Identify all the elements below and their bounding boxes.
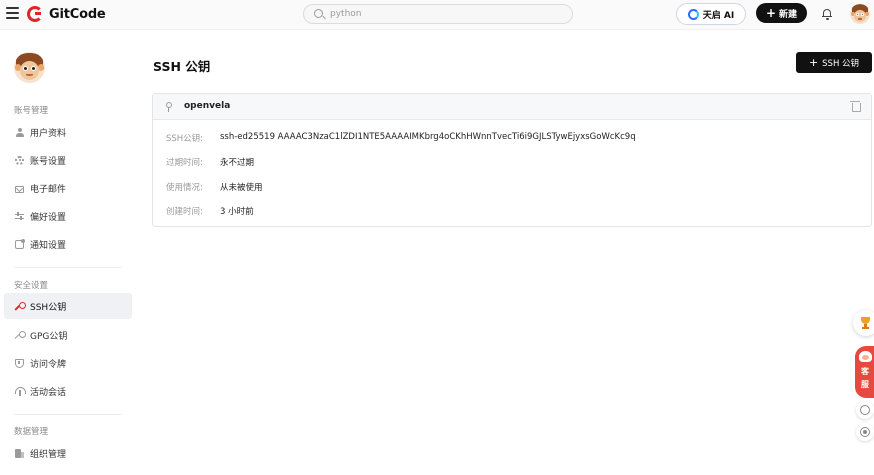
key-icon (15, 301, 26, 311)
sidebar-item-access-tokens[interactable]: 访问令牌 (4, 350, 132, 376)
ssh-key-card: openvela SSH公钥: ssh-ed25519 AAAAC3NzaC1l… (152, 93, 872, 227)
sidebar-divider (14, 267, 122, 268)
scroll-top-button[interactable] (856, 401, 874, 419)
bell-icon[interactable] (822, 8, 832, 20)
ssh-key-label: SSH公钥: (166, 134, 204, 144)
search-icon (314, 9, 323, 18)
sidebar-item-active-sessions[interactable]: 活动会话 (4, 378, 132, 404)
menu-icon[interactable] (6, 7, 19, 20)
key-icon (165, 102, 172, 112)
sidebar-item-organizations[interactable]: 组织管理 (4, 440, 132, 466)
sidebar-item-label: 通知设置 (30, 240, 67, 251)
created-value: 3 小时前 (220, 207, 254, 217)
sidebar-item-label: 电子邮件 (30, 184, 67, 195)
mail-icon (15, 185, 24, 193)
arrow-up-icon (860, 405, 870, 415)
trash-icon[interactable] (850, 101, 861, 112)
new-button[interactable]: + 新建 (756, 3, 807, 23)
notification-icon (15, 238, 25, 249)
sidebar-item-email[interactable]: 电子邮件 (4, 175, 132, 201)
service-label-2: 服 (861, 380, 869, 389)
trophy-icon (861, 317, 870, 324)
shield-icon (15, 358, 24, 368)
sidebar-item-label: 组织管理 (30, 449, 67, 460)
search-input[interactable] (330, 7, 560, 21)
gitcode-logo-icon (27, 6, 43, 22)
usage-label: 使用情况: (166, 183, 203, 193)
signal-icon (15, 386, 26, 396)
created-label: 创建时间: (166, 207, 203, 217)
section-account-management: 账号管理 (14, 106, 49, 116)
brand-name: GitCode (49, 6, 106, 22)
ai-button-label: 天启 AI (702, 10, 735, 21)
user-avatar[interactable] (850, 4, 870, 24)
add-ssh-key-label: SSH 公钥 (822, 58, 860, 69)
gitcode-logo[interactable]: GitCode (27, 6, 106, 22)
gear-icon (15, 155, 24, 165)
expiry-label: 过期时间: (166, 158, 203, 168)
sidebar-item-account-settings[interactable]: 账号设置 (4, 147, 132, 173)
section-security-settings: 安全设置 (14, 281, 49, 291)
sidebar-item-label: GPG公钥 (30, 331, 68, 342)
sidebar-item-label: 用户资料 (30, 128, 67, 139)
ssh-key-value: ssh-ed25519 AAAAC3NzaC1lZDI1NTE5AAAAIMKb… (220, 132, 636, 142)
add-ssh-key-button[interactable]: + SSH 公钥 (796, 52, 872, 73)
service-label-1: 客 (861, 367, 869, 376)
customer-service-button[interactable]: 客 服 (855, 346, 874, 398)
sidebar-item-label: 活动会话 (30, 387, 67, 398)
section-data-management: 数据管理 (14, 427, 49, 437)
ssh-key-name: openvela (184, 101, 231, 111)
settings-sidebar: 账号管理 用户资料 账号设置 电子邮件 偏好设置 通知设置 安全设置 SSH公钥… (0, 31, 140, 475)
organization-icon (15, 448, 24, 458)
sidebar-item-preferences[interactable]: 偏好设置 (4, 203, 132, 229)
sidebar-item-ssh-keys[interactable]: SSH公钥 (4, 293, 132, 319)
user-icon (15, 127, 24, 137)
search-box[interactable] (303, 4, 573, 24)
sidebar-item-label: SSH公钥 (30, 302, 67, 313)
usage-value: 从未被使用 (220, 183, 263, 193)
tianqi-ai-button[interactable]: 天启 AI (676, 3, 746, 25)
ssh-key-card-header: openvela (153, 94, 871, 120)
service-agent-icon (859, 351, 872, 362)
sidebar-item-profile[interactable]: 用户资料 (4, 119, 132, 145)
new-button-label: 新建 (779, 9, 798, 20)
sidebar-item-label: 访问令牌 (30, 359, 67, 370)
key-icon (15, 330, 26, 340)
top-navigation-bar: GitCode 天启 AI + 新建 (0, 0, 874, 30)
page-title: SSH 公钥 (153, 59, 211, 74)
plus-icon: + (808, 56, 819, 69)
ai-logo-icon (687, 8, 699, 20)
sidebar-avatar (14, 52, 45, 83)
feedback-button[interactable] (856, 423, 874, 441)
sidebar-divider (14, 414, 122, 415)
sliders-icon (15, 212, 24, 221)
plus-icon: + (765, 6, 777, 20)
sidebar-item-notifications[interactable]: 通知设置 (4, 231, 132, 257)
expiry-value: 永不过期 (220, 158, 255, 168)
sidebar-item-label: 偏好设置 (30, 212, 67, 223)
sidebar-item-label: 账号设置 (30, 156, 67, 167)
trophy-button[interactable] (853, 310, 874, 336)
sidebar-item-gpg-keys[interactable]: GPG公钥 (4, 322, 132, 348)
